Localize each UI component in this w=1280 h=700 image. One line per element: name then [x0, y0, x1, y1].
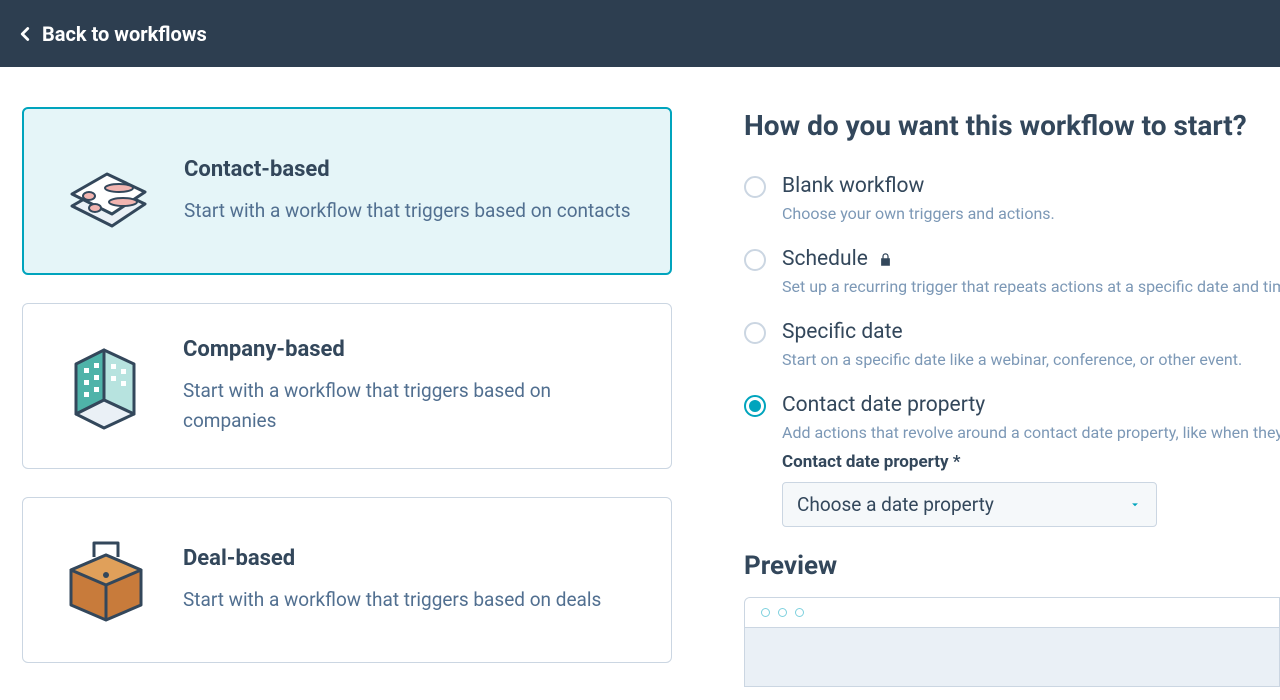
- option-schedule[interactable]: Schedule Set up a recurring trigger that…: [744, 247, 1280, 296]
- radio[interactable]: [744, 176, 766, 198]
- option-title: Specific date: [782, 320, 1280, 344]
- card-desc: Start with a workflow that triggers base…: [183, 376, 643, 435]
- card-contact-based[interactable]: Contact-based Start with a workflow that…: [22, 107, 672, 275]
- card-desc: Start with a workflow that triggers base…: [183, 585, 643, 614]
- card-title: Deal-based: [183, 546, 643, 571]
- option-desc: Add actions that revolve around a contac…: [782, 423, 1280, 442]
- panel-title: How do you want this workflow to start?: [744, 109, 1280, 142]
- preview-box: [744, 597, 1280, 687]
- option-contact-date-property[interactable]: Contact date property Add actions that r…: [744, 393, 1280, 527]
- back-to-workflows-link[interactable]: Back to workflows: [14, 22, 207, 46]
- option-specific-date[interactable]: Specific date Start on a specific date l…: [744, 320, 1280, 369]
- card-desc: Start with a workflow that triggers base…: [184, 196, 642, 225]
- option-title: Blank workflow: [782, 174, 1280, 198]
- lock-icon: [878, 252, 893, 267]
- caret-down-icon: [1128, 493, 1142, 516]
- window-dot-icon: [778, 608, 787, 617]
- workflow-type-list[interactable]: Contact-based Start with a workflow that…: [0, 67, 694, 700]
- back-label: Back to workflows: [42, 22, 207, 46]
- card-title: Contact-based: [184, 157, 642, 182]
- contact-illustration-icon: [52, 141, 162, 241]
- option-desc: Start on a specific date like a webinar,…: [782, 350, 1280, 369]
- date-property-label: Contact date property *: [782, 452, 1280, 472]
- select-placeholder: Choose a date property: [797, 493, 994, 516]
- card-deal-based[interactable]: Deal-based Start with a workflow that tr…: [22, 497, 672, 663]
- date-property-select[interactable]: Choose a date property: [782, 482, 1157, 527]
- window-dot-icon: [761, 608, 770, 617]
- option-desc: Set up a recurring trigger that repeats …: [782, 277, 1280, 296]
- workflow-start-panel: How do you want this workflow to start? …: [694, 67, 1280, 700]
- card-company-based[interactable]: Company-based Start with a workflow that…: [22, 303, 672, 469]
- option-title: Schedule: [782, 247, 1280, 271]
- deal-illustration-icon: [51, 530, 161, 630]
- window-dot-icon: [795, 608, 804, 617]
- chevron-left-icon: [14, 23, 36, 45]
- option-title: Contact date property: [782, 393, 1280, 417]
- option-blank-workflow[interactable]: Blank workflow Choose your own triggers …: [744, 174, 1280, 223]
- preview-window-controls: [745, 598, 1279, 628]
- preview-title: Preview: [744, 551, 1280, 581]
- topbar: Back to workflows: [0, 0, 1280, 67]
- radio[interactable]: [744, 249, 766, 271]
- radio[interactable]: [744, 322, 766, 344]
- company-illustration-icon: [51, 336, 161, 436]
- option-desc: Choose your own triggers and actions.: [782, 204, 1280, 223]
- radio[interactable]: [744, 395, 766, 417]
- card-title: Company-based: [183, 337, 643, 362]
